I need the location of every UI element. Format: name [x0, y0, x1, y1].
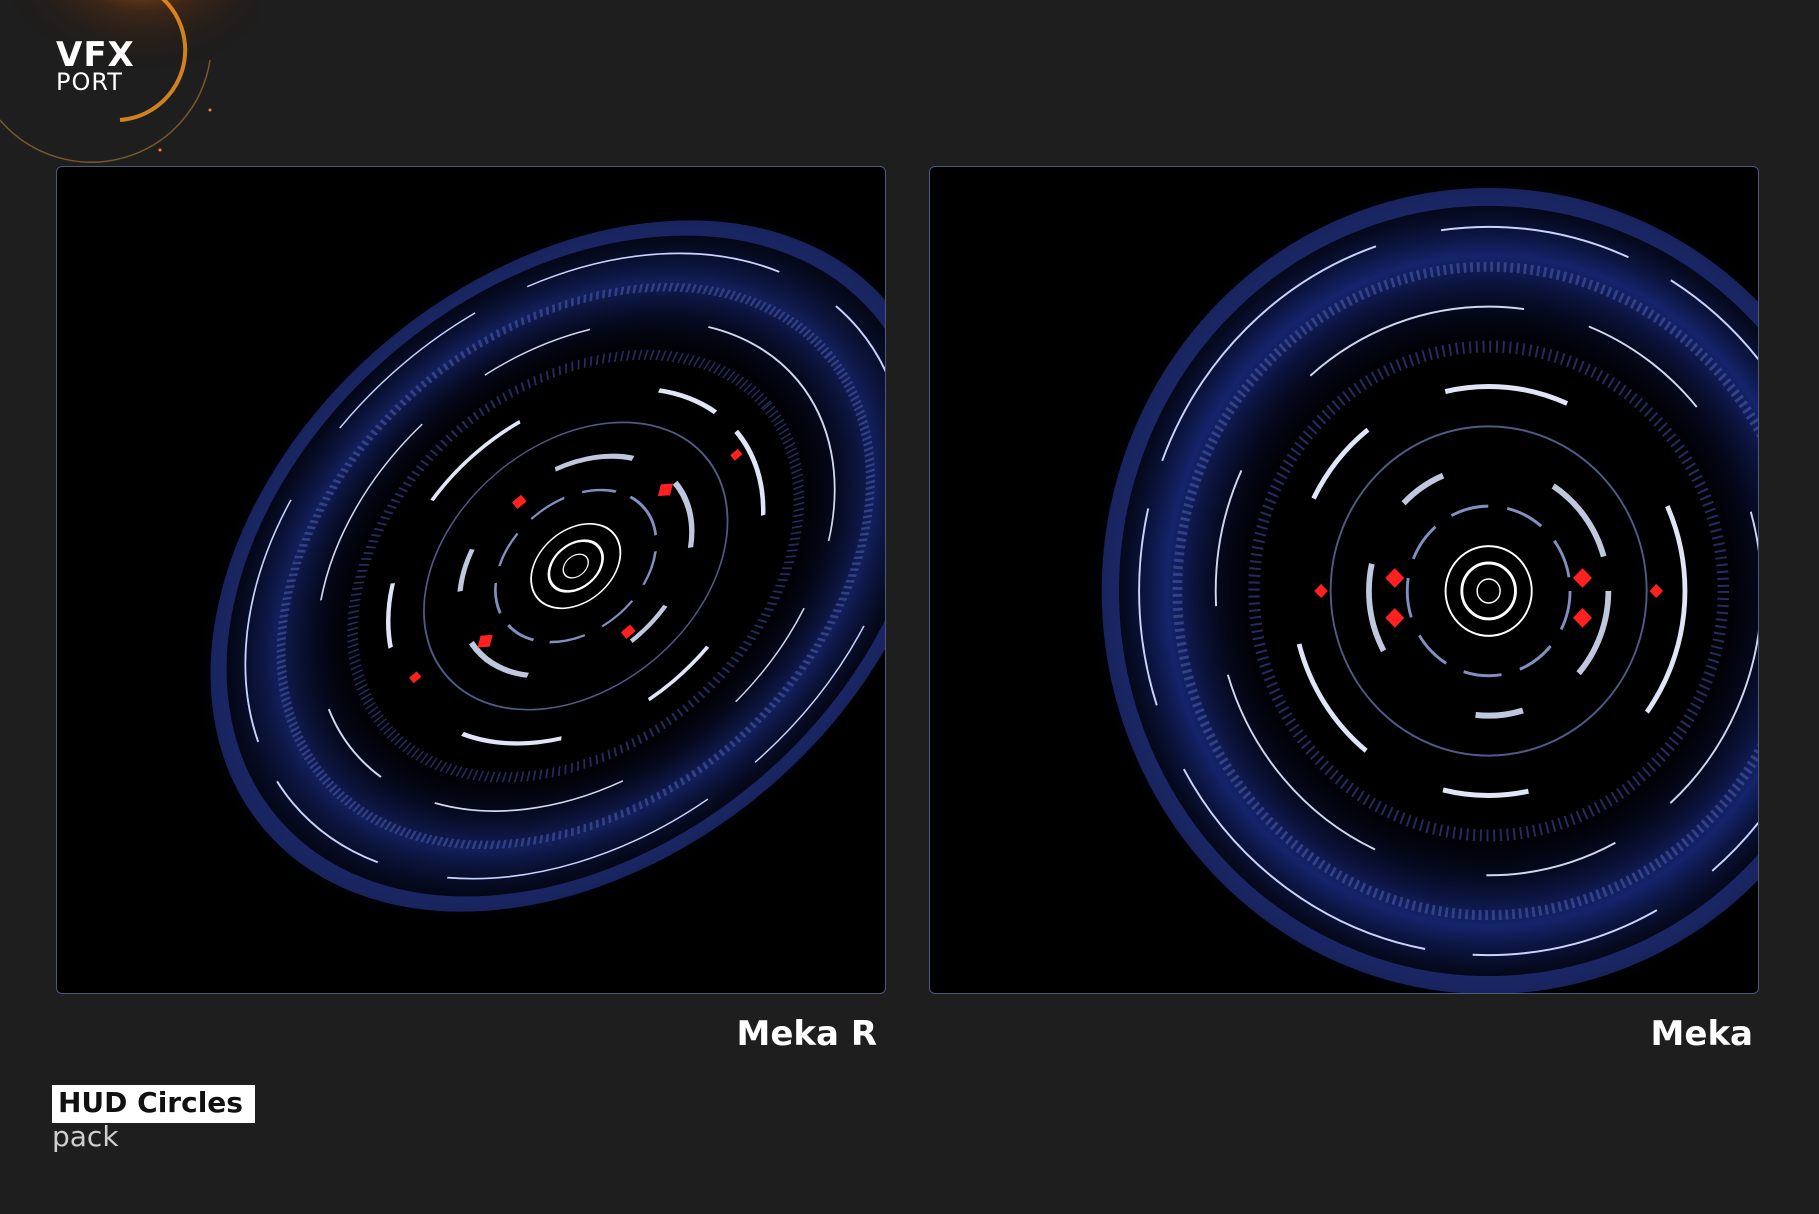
product-title: HUD Circles: [52, 1085, 255, 1123]
logo-line-1: VFX: [56, 35, 135, 75]
product-branding: HUD Circles pack: [52, 1085, 255, 1151]
preview-panel-meka: [929, 166, 1759, 994]
preview-caption-meka-r: Meka R: [736, 1014, 877, 1054]
preview-panel-meka-r: [56, 166, 886, 994]
hud-circle-preview-image: [1086, 172, 1758, 993]
preview-caption-meka: Meka: [1650, 1014, 1753, 1054]
hud-circle-preview-image: [191, 202, 885, 930]
vfx-port-logo: VFX PORT: [56, 38, 135, 94]
logo-line-2: PORT: [56, 68, 123, 96]
product-subtitle: pack: [52, 1119, 119, 1153]
